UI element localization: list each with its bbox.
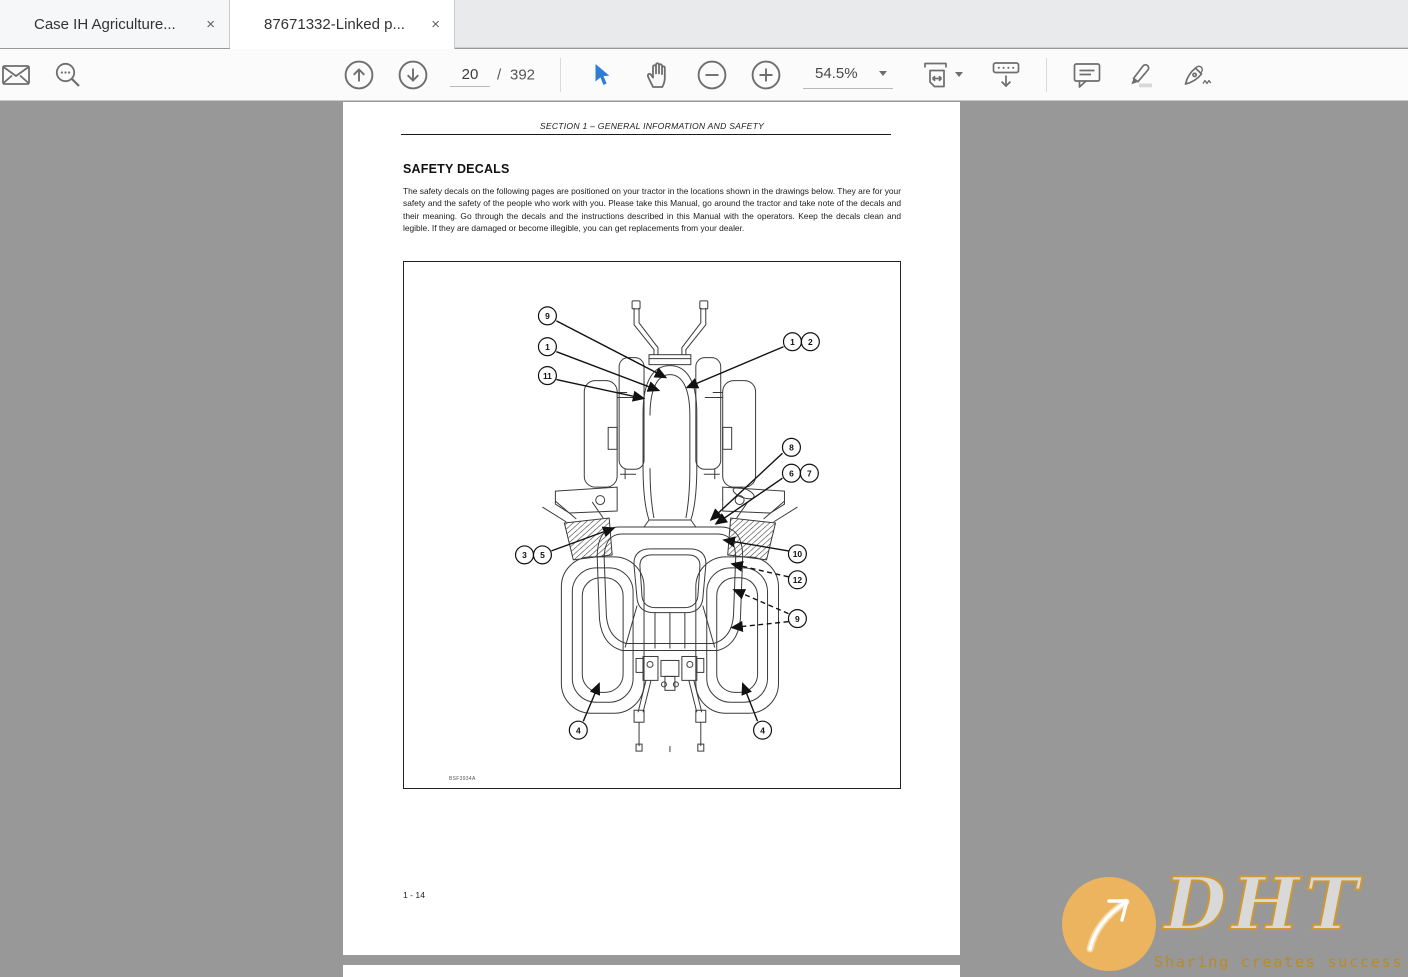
comment-button[interactable] xyxy=(1073,61,1101,88)
page-down-icon xyxy=(398,60,428,90)
watermark-tagline: Sharing creates success xyxy=(1154,953,1404,971)
page-up-button[interactable] xyxy=(344,60,374,90)
callout-6: 6 xyxy=(714,463,801,525)
tractor-decal-diagram: 91111 286 73 5 101294 4 xyxy=(514,300,820,753)
svg-text:4: 4 xyxy=(576,725,581,735)
callout-9: 9 xyxy=(537,306,668,379)
select-tool-button[interactable] xyxy=(594,63,613,86)
pdf-page-next xyxy=(343,965,960,977)
body-paragraph: The safety decals on the following pages… xyxy=(403,186,901,234)
page-number-input[interactable] xyxy=(450,62,490,87)
highlight-icon xyxy=(1125,61,1157,89)
svg-text:7: 7 xyxy=(807,468,812,478)
page-divider: / xyxy=(497,66,502,83)
tab-bar: Case IH Agriculture... × 87671332-Linked… xyxy=(0,0,1408,49)
zoom-out-button[interactable] xyxy=(697,60,727,90)
tab-label: 87671332-Linked p... xyxy=(264,16,405,33)
chevron-down-icon xyxy=(955,72,963,77)
svg-text:9: 9 xyxy=(545,311,550,321)
hand-tool-icon xyxy=(644,60,671,89)
tab-label: Case IH Agriculture... xyxy=(34,15,176,33)
svg-text:4: 4 xyxy=(760,725,765,735)
header-rule xyxy=(401,134,891,135)
svg-text:6: 6 xyxy=(789,468,794,478)
close-icon[interactable]: × xyxy=(206,17,215,32)
section-header: SECTION 1 – GENERAL INFORMATION AND SAFE… xyxy=(539,121,765,131)
signature-button[interactable] xyxy=(1182,61,1214,88)
svg-text:11: 11 xyxy=(543,371,552,381)
comment-icon xyxy=(1073,61,1101,88)
pdf-reader-window: Case IH Agriculture... × 87671332-Linked… xyxy=(0,0,1408,977)
zoom-level-value: 54.5% xyxy=(815,64,858,82)
watermark-brand: DHT xyxy=(1163,860,1364,947)
select-tool-icon xyxy=(594,63,613,86)
tab-case-ih-agriculture[interactable]: Case IH Agriculture... × xyxy=(0,0,230,48)
svg-text:3: 3 xyxy=(522,550,527,560)
tab-87671332-linked[interactable]: 87671332-Linked p... × xyxy=(230,0,455,49)
svg-text:1: 1 xyxy=(545,342,550,352)
callout-5: 5 xyxy=(532,545,553,565)
callout-11: 11 xyxy=(537,366,646,402)
svg-text:5: 5 xyxy=(540,550,545,560)
dht-logo-circle xyxy=(1062,877,1156,971)
svg-text:2: 2 xyxy=(808,337,813,347)
highlight-button[interactable] xyxy=(1125,61,1157,89)
callout-9: 9 xyxy=(730,589,807,632)
page-footer-number: 1 - 14 xyxy=(403,890,425,900)
figure-code: BSF3934A xyxy=(449,776,476,782)
zoom-level-dropdown[interactable]: 54.5% xyxy=(803,61,893,89)
email-icon xyxy=(2,64,30,85)
email-button[interactable] xyxy=(2,64,30,85)
page-total: 392 xyxy=(510,66,536,83)
page-up-icon xyxy=(344,60,374,90)
page-down-button[interactable] xyxy=(398,60,428,90)
search-button[interactable] xyxy=(55,62,81,88)
callout-7: 7 xyxy=(799,463,819,483)
zoom-in-button[interactable] xyxy=(751,60,781,90)
dht-watermark: DHT Sharing creates success xyxy=(1060,860,1408,977)
callout-1: 1 xyxy=(685,332,802,389)
svg-text:9: 9 xyxy=(795,614,800,624)
toolbar: / 392 xyxy=(0,49,1408,101)
hand-tool-button[interactable] xyxy=(644,60,671,89)
chevron-down-icon xyxy=(879,70,887,76)
svg-text:12: 12 xyxy=(793,575,803,585)
toolbar-separator xyxy=(1046,58,1047,92)
dock-toolbar-icon xyxy=(992,61,1020,89)
page-title: SAFETY DECALS xyxy=(403,162,510,176)
svg-text:8: 8 xyxy=(789,443,794,453)
arrow-up-right-icon xyxy=(1088,899,1129,951)
tractor-decal-figure: 9 1 11 1 2 8 6 7 3 5 10 12 9 4 4 BSF3934A xyxy=(403,261,901,789)
dock-toolbar-button[interactable] xyxy=(992,61,1020,89)
signature-icon xyxy=(1182,61,1214,88)
callout-4: 4 xyxy=(741,682,773,740)
svg-text:1: 1 xyxy=(790,337,795,347)
search-icon xyxy=(55,62,81,88)
pdf-page-current: SECTION 1 – GENERAL INFORMATION AND SAFE… xyxy=(343,102,960,955)
pdf-viewer-canvas: SECTION 1 – GENERAL INFORMATION AND SAFE… xyxy=(0,102,1408,977)
fit-width-button[interactable] xyxy=(922,61,963,89)
svg-text:10: 10 xyxy=(793,549,803,559)
close-icon[interactable]: × xyxy=(431,17,440,32)
fit-width-icon xyxy=(922,61,950,89)
callout-2: 2 xyxy=(800,332,820,352)
zoom-in-icon xyxy=(751,60,781,90)
zoom-out-icon xyxy=(697,60,727,90)
toolbar-separator xyxy=(560,58,561,92)
